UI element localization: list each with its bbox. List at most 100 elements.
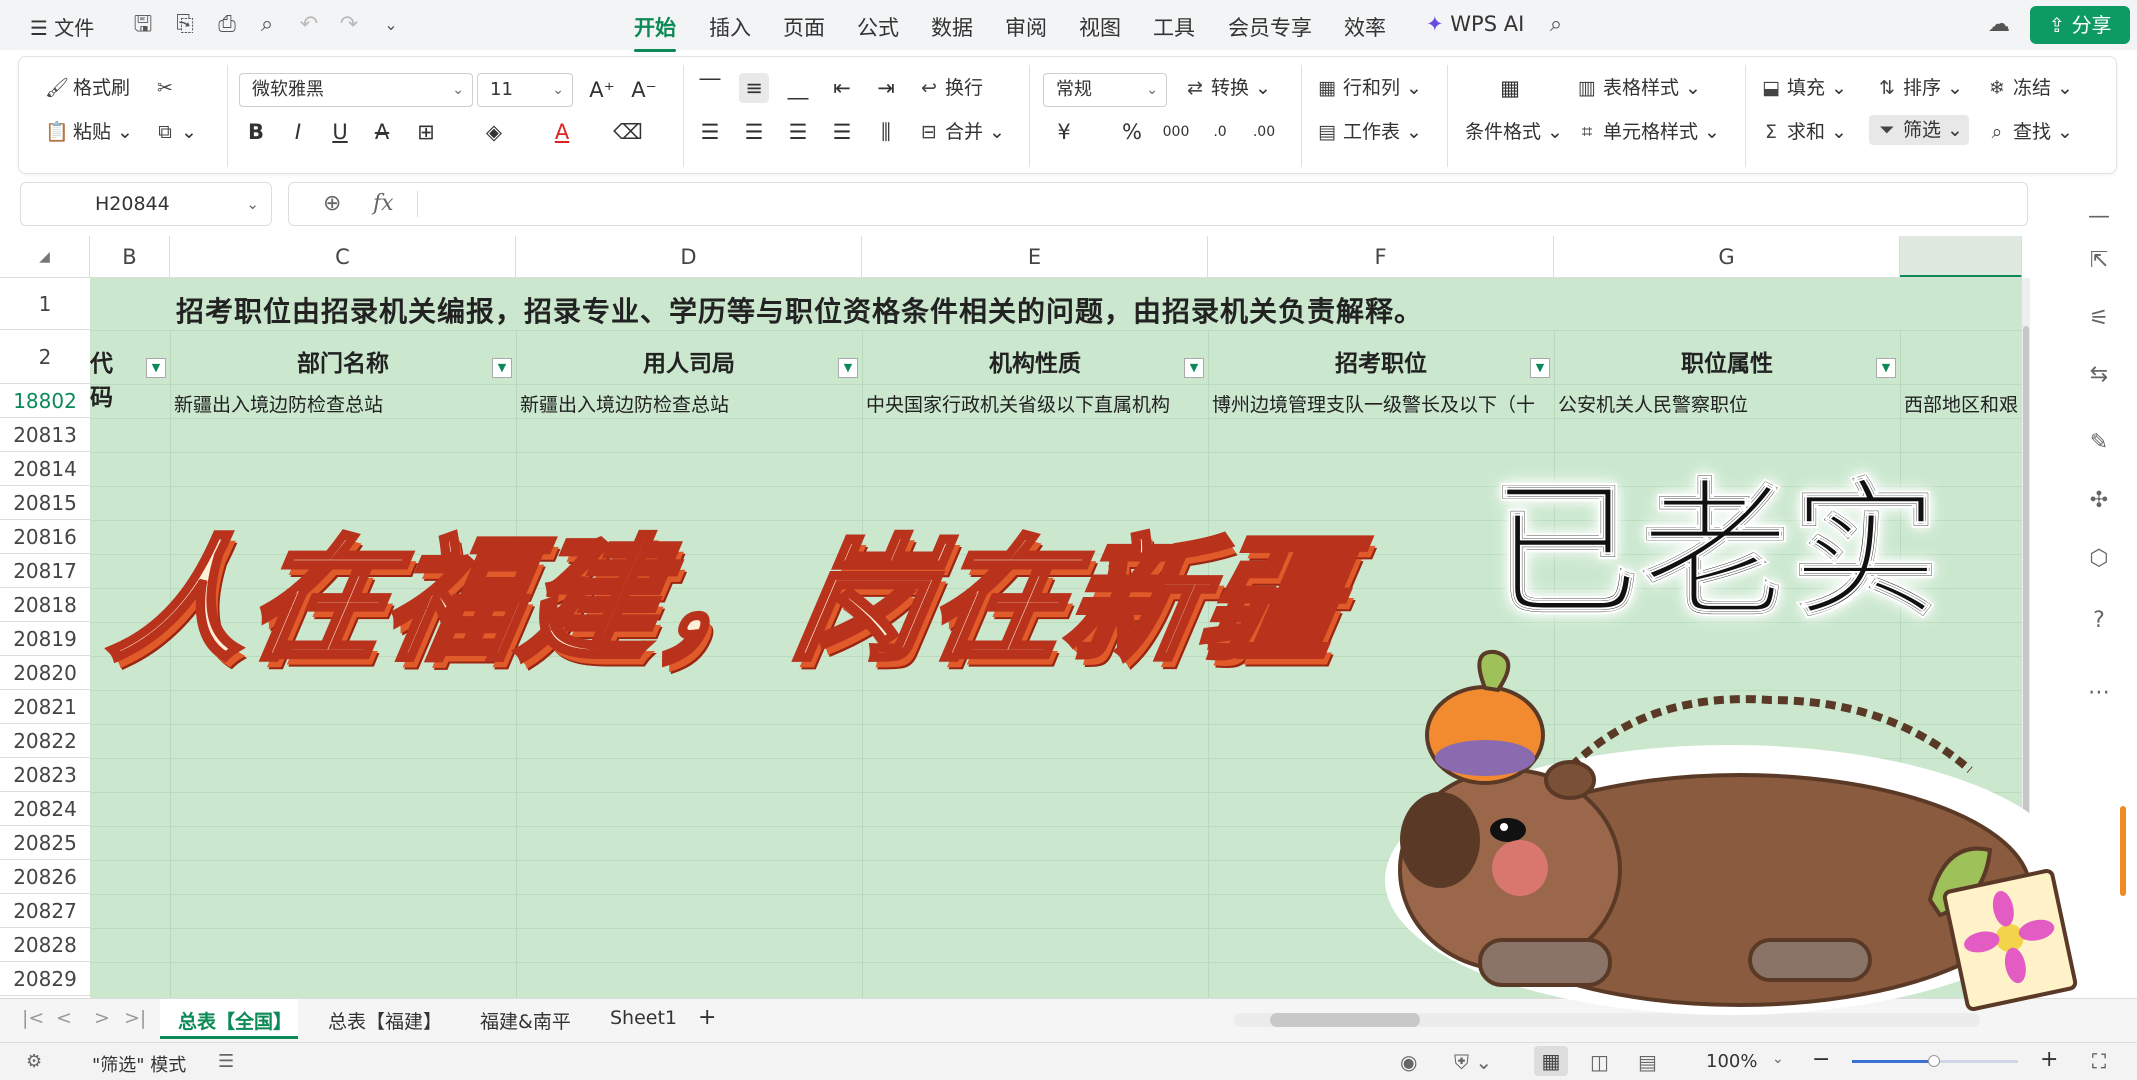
- sheet-tab-fujian-nanping[interactable]: 福建&南平: [480, 1007, 571, 1034]
- filter-dropdown-icon[interactable]: ▼: [838, 358, 858, 378]
- filter-dropdown-icon[interactable]: ▼: [492, 358, 512, 378]
- column-header-b[interactable]: B: [90, 236, 170, 278]
- indent-decrease-icon[interactable]: ⇤: [827, 73, 857, 103]
- row-header[interactable]: 20828: [0, 928, 90, 962]
- cell-style-button[interactable]: ⌗ 单元格样式 ⌄: [1575, 119, 1720, 145]
- shield-icon[interactable]: ⛨ ⌄: [1454, 1050, 1492, 1074]
- settings-sliders-icon[interactable]: ⚟: [2084, 304, 2114, 334]
- redo-icon[interactable]: ↷: [336, 12, 362, 38]
- merge-button[interactable]: ⊟ 合并 ⌄: [917, 119, 1005, 145]
- search-icon[interactable]: ⌕: [1543, 12, 1569, 38]
- cut-button[interactable]: ✂: [153, 75, 181, 101]
- zoom-out-icon[interactable]: −: [1812, 1047, 1830, 1072]
- row-header[interactable]: 20821: [0, 690, 90, 724]
- distribute-icon[interactable]: ⫼: [871, 117, 901, 147]
- sum-button[interactable]: Σ 求和 ⌄: [1759, 119, 1847, 145]
- add-sheet-icon[interactable]: +: [698, 1005, 716, 1030]
- align-left-icon[interactable]: ☰: [695, 117, 725, 147]
- sheet-tab-national[interactable]: 总表【全国】: [178, 1007, 292, 1034]
- row-header[interactable]: 20819: [0, 622, 90, 656]
- convert-button[interactable]: ⇄ 转换 ⌄: [1183, 75, 1271, 101]
- justify-icon[interactable]: ☰: [827, 117, 857, 147]
- bold-button[interactable]: B: [241, 117, 271, 147]
- formula-bar[interactable]: ⊕ fx: [288, 182, 2028, 226]
- filter-dropdown-icon[interactable]: ▼: [1184, 358, 1204, 378]
- row-header[interactable]: 20814: [0, 452, 90, 486]
- format-painter-button[interactable]: 🖌 格式刷: [45, 75, 130, 101]
- paste-button[interactable]: 📋 粘贴 ⌄: [45, 119, 133, 145]
- number-format-select[interactable]: 常规 ⌄: [1043, 73, 1167, 107]
- decimal-increase-icon[interactable]: .0: [1205, 117, 1235, 147]
- row-header[interactable]: 2: [0, 330, 90, 384]
- last-sheet-icon[interactable]: >|: [124, 1007, 146, 1029]
- decimal-decrease-icon[interactable]: .00: [1249, 117, 1279, 147]
- eraser-icon[interactable]: ⌫: [613, 117, 643, 147]
- italic-button[interactable]: I: [283, 117, 313, 147]
- filter-dropdown-icon[interactable]: ▼: [1876, 358, 1896, 378]
- row-header[interactable]: 1: [0, 278, 90, 330]
- undo-icon[interactable]: ↶: [296, 12, 322, 38]
- row-header[interactable]: 20825: [0, 826, 90, 860]
- tab-tools[interactable]: 工具: [1153, 12, 1195, 42]
- save-icon[interactable]: 🖫: [130, 12, 156, 38]
- column-header-e[interactable]: E: [862, 236, 1208, 278]
- filter-dropdown-icon[interactable]: ▼: [146, 358, 166, 378]
- font-color-icon[interactable]: A: [547, 117, 577, 147]
- column-header-h[interactable]: [1900, 236, 2022, 278]
- indent-increase-icon[interactable]: ⇥: [871, 73, 901, 103]
- page-layout-icon[interactable]: ◫: [1590, 1050, 1609, 1074]
- row-header[interactable]: 20823: [0, 758, 90, 792]
- cell-region[interactable]: 西部地区和艰: [1904, 390, 2020, 417]
- fx-icon[interactable]: fx: [373, 191, 394, 216]
- scroll-indicator[interactable]: [2120, 806, 2126, 896]
- row-header[interactable]: 20822: [0, 724, 90, 758]
- currency-icon[interactable]: ¥: [1049, 117, 1079, 147]
- select-all-corner[interactable]: ◢: [0, 236, 90, 278]
- fill-color-icon[interactable]: ◈: [479, 117, 509, 147]
- conditional-format-icon[interactable]: ▦: [1495, 73, 1525, 103]
- select-icon[interactable]: ⇱: [2084, 246, 2114, 276]
- edit-icon[interactable]: ✎: [2084, 428, 2114, 458]
- name-box[interactable]: H20844 ⌄: [20, 182, 272, 226]
- rows-cols-button[interactable]: ▦ 行和列 ⌄: [1315, 75, 1422, 101]
- tab-formula[interactable]: 公式: [857, 12, 899, 42]
- cell-hiring-bureau[interactable]: 新疆出入境边防检查总站: [520, 390, 860, 417]
- row-header[interactable]: 20826: [0, 860, 90, 894]
- zoom-slider-handle[interactable]: [1928, 1055, 1940, 1067]
- collapse-icon[interactable]: —: [2084, 202, 2114, 232]
- column-header-d[interactable]: D: [516, 236, 862, 278]
- tab-data[interactable]: 数据: [931, 12, 973, 42]
- row-header[interactable]: 20820: [0, 656, 90, 690]
- macro-icon[interactable]: ⚙: [26, 1051, 42, 1072]
- list-icon[interactable]: ☰: [218, 1051, 234, 1072]
- percent-icon[interactable]: %: [1117, 117, 1147, 147]
- row-header[interactable]: 20817: [0, 554, 90, 588]
- wps-ai-button[interactable]: ✦ WPS AI: [1426, 12, 1524, 36]
- chevron-down-icon[interactable]: ⌄: [1772, 1051, 1784, 1067]
- wrap-text-button[interactable]: ↩ 换行: [917, 75, 983, 101]
- tab-insert[interactable]: 插入: [709, 12, 751, 42]
- align-bottom-icon[interactable]: ⎽: [783, 73, 813, 103]
- fullscreen-icon[interactable]: ⛶: [2092, 1049, 2106, 1073]
- row-header[interactable]: 20815: [0, 486, 90, 520]
- tab-home[interactable]: 开始: [634, 12, 676, 52]
- tab-view[interactable]: 视图: [1079, 12, 1121, 42]
- copy-button[interactable]: ⧉ ⌄: [153, 119, 197, 145]
- cell-org-type[interactable]: 中央国家行政机关省级以下直属机构: [866, 390, 1206, 417]
- share-button[interactable]: ⇪ 分享: [2030, 6, 2130, 44]
- cloud-icon[interactable]: ☁: [1986, 12, 2012, 38]
- row-header[interactable]: 18802: [0, 384, 90, 418]
- decrease-font-icon[interactable]: A⁻: [629, 75, 659, 105]
- page-break-icon[interactable]: ▤: [1638, 1050, 1657, 1074]
- filter-dropdown-icon[interactable]: ▼: [1530, 358, 1550, 378]
- filter-button[interactable]: ⏷ 筛选 ⌄: [1869, 115, 1969, 145]
- sort-button[interactable]: ⇅ 排序 ⌄: [1875, 75, 1963, 101]
- thousands-icon[interactable]: 000: [1161, 117, 1191, 147]
- chevron-down-icon[interactable]: ⌄: [378, 12, 404, 38]
- align-right-icon[interactable]: ☰: [783, 117, 813, 147]
- zoom-icon[interactable]: ⊕: [323, 191, 341, 216]
- row-header[interactable]: 20827: [0, 894, 90, 928]
- tab-member[interactable]: 会员专享: [1228, 12, 1312, 42]
- strikethrough-button[interactable]: A: [367, 117, 397, 147]
- freeze-button[interactable]: ❄ 冻结 ⌄: [1985, 75, 2073, 101]
